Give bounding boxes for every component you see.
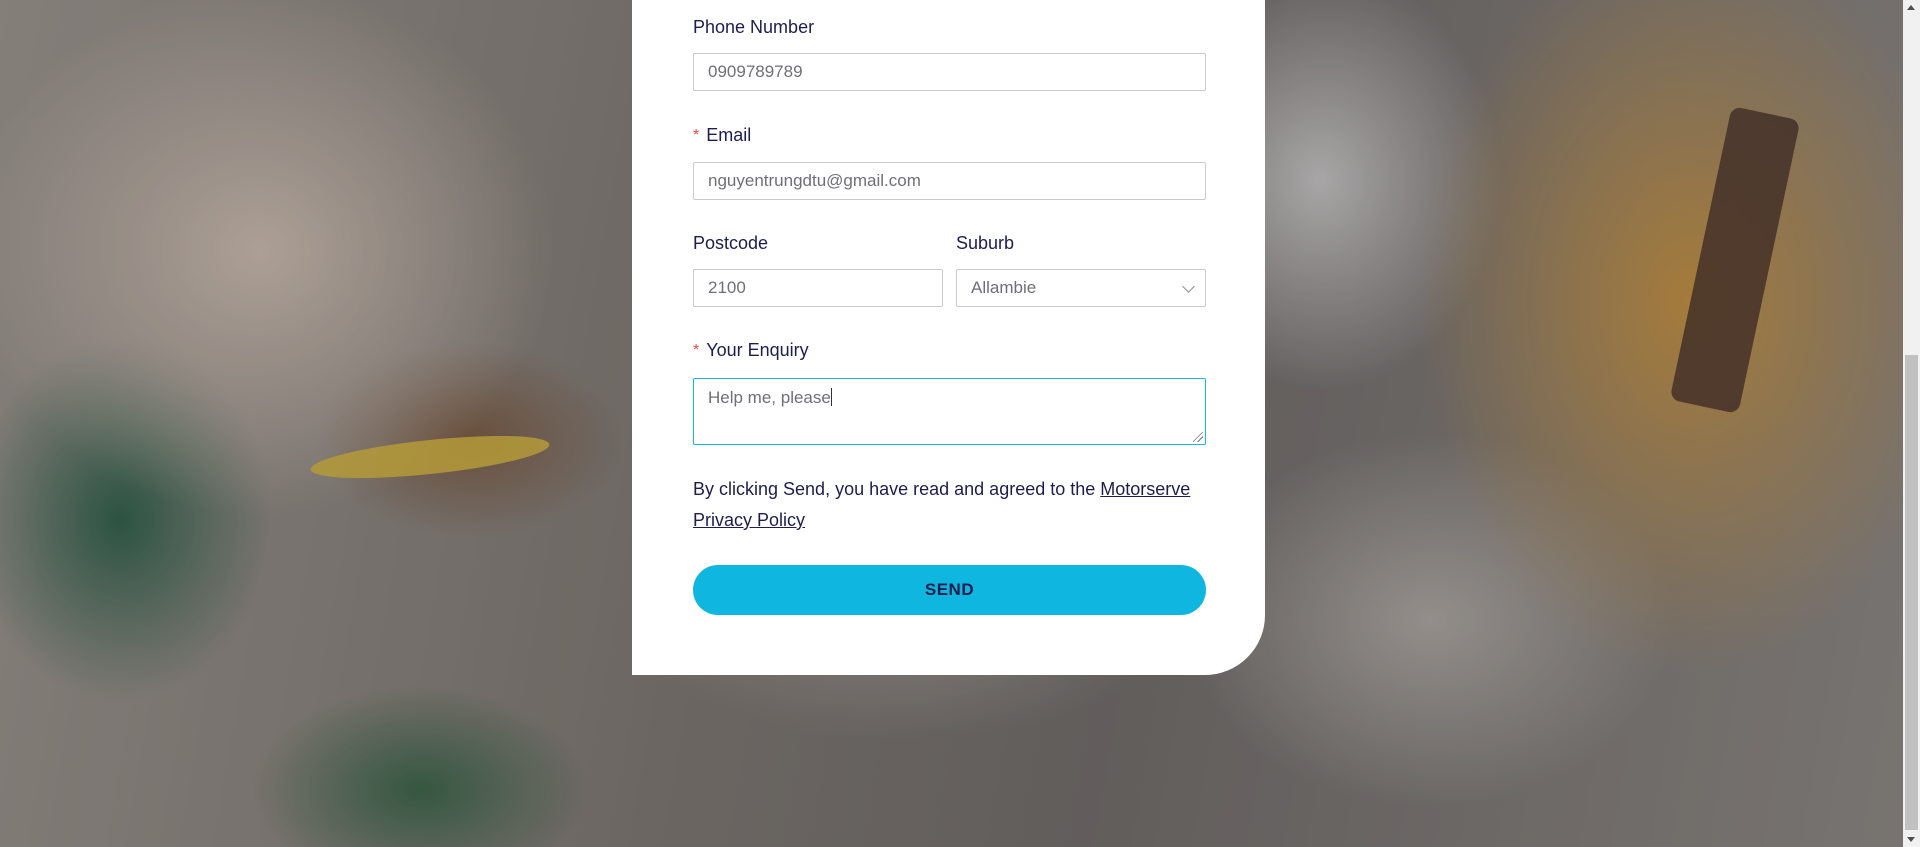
phone-label: Phone Number (693, 17, 815, 37)
email-label: * Email (693, 125, 752, 145)
email-input[interactable]: nguyentrungdtu@gmail.com (693, 162, 1206, 200)
scroll-thumb[interactable] (1905, 355, 1918, 830)
page-scrollbar[interactable] (1903, 0, 1920, 847)
suburb-label: Suburb (956, 233, 1015, 253)
required-asterisk: * (693, 126, 700, 144)
postcode-label: Postcode (693, 233, 769, 253)
text-cursor (830, 388, 832, 406)
scroll-down-arrow-icon[interactable] (1907, 837, 1915, 842)
enquiry-label: * Your Enquiry (693, 340, 809, 360)
privacy-consent-text: By clicking Send, you have read and agre… (693, 479, 1191, 530)
postcode-input[interactable]: 2100 (693, 269, 943, 307)
chevron-down-icon (1182, 280, 1195, 293)
suburb-select[interactable]: Allambie (956, 269, 1206, 307)
scroll-up-arrow-icon[interactable] (1907, 5, 1915, 10)
phone-input[interactable]: 0909789789 (693, 53, 1206, 91)
enquiry-textarea[interactable]: Help me, please (693, 378, 1206, 445)
required-asterisk: * (693, 341, 700, 359)
resize-handle-icon[interactable] (1193, 432, 1203, 442)
send-button[interactable]: SEND (693, 565, 1206, 615)
